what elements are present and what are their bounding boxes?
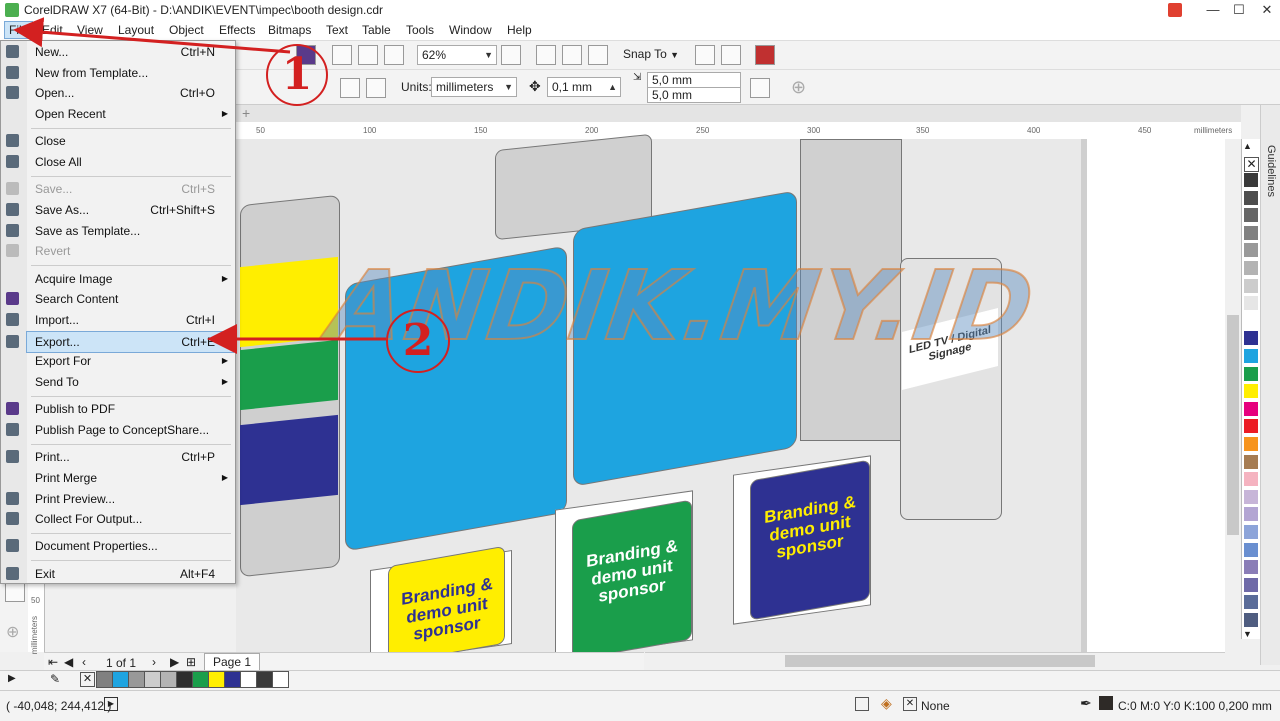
arrow-to-file-menu bbox=[13, 17, 291, 54]
annotation-overlay bbox=[13, 17, 386, 354]
step-1-marker: 1 bbox=[266, 44, 328, 106]
step-2-marker: 2 bbox=[386, 309, 450, 373]
